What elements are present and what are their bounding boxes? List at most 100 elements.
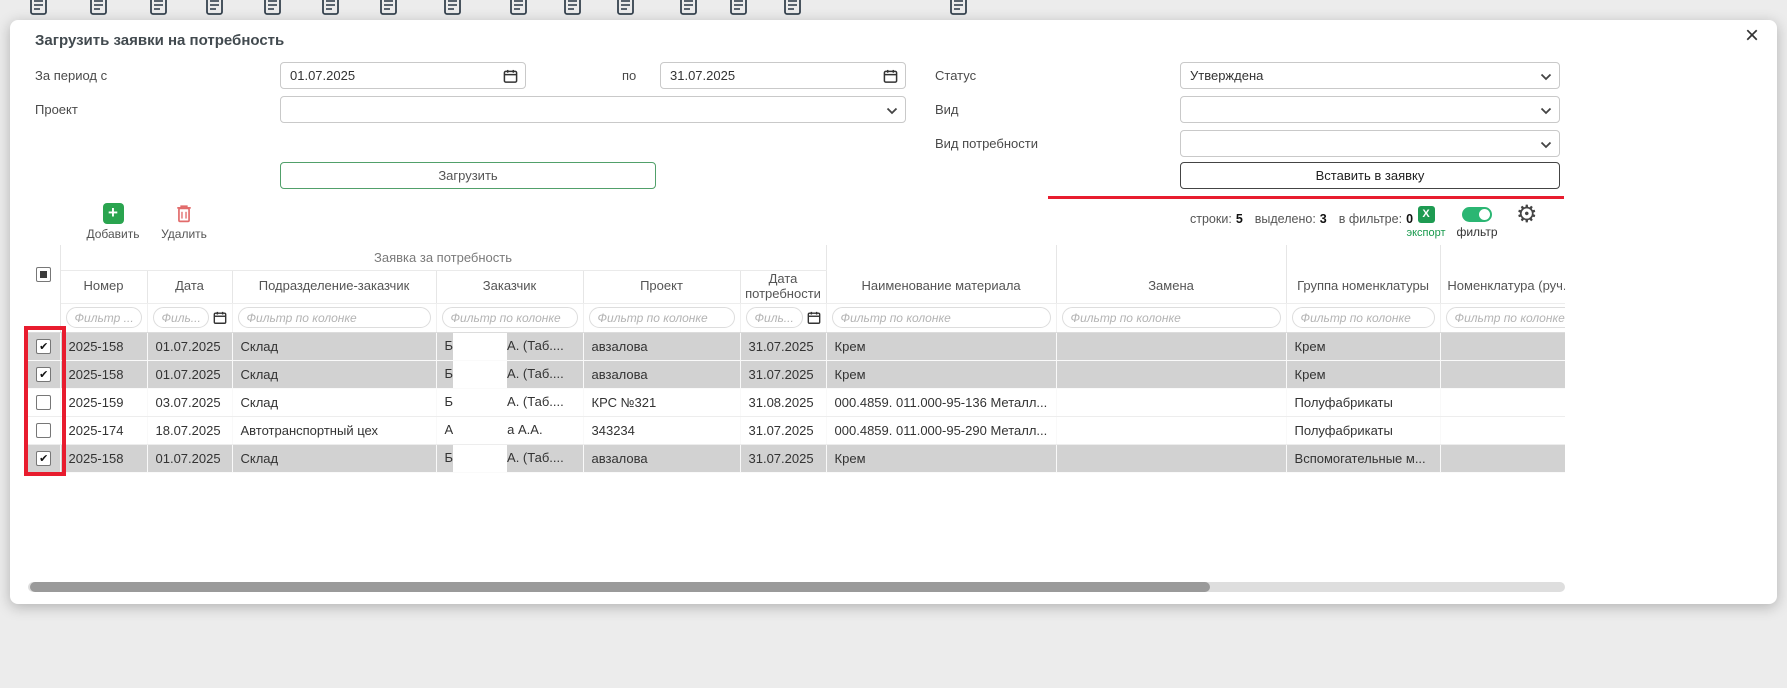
- filter-input-need_date[interactable]: [746, 307, 803, 328]
- add-label: Добавить: [82, 227, 144, 241]
- need-type-select[interactable]: [1180, 130, 1560, 157]
- row-checkbox[interactable]: [36, 395, 51, 410]
- cell-project: авзалова: [583, 332, 740, 360]
- mail-icon[interactable]: [378, 0, 400, 20]
- period-to-input[interactable]: [660, 62, 906, 89]
- status-select[interactable]: Утверждена: [1180, 62, 1560, 89]
- column-header-date[interactable]: Дата: [147, 270, 232, 303]
- filter-toggle[interactable]: фильтр: [1454, 207, 1500, 239]
- gear-icon[interactable]: ⚙: [1516, 200, 1538, 229]
- period-to-field[interactable]: [661, 63, 905, 88]
- table-icon[interactable]: [88, 0, 110, 20]
- load-button[interactable]: Загрузить: [280, 162, 656, 189]
- calendar-icon[interactable]: [807, 311, 821, 325]
- report-icon[interactable]: [615, 0, 637, 20]
- cell-nomen_manual: [1440, 416, 1565, 444]
- filter-input-date[interactable]: [153, 307, 209, 328]
- add-button[interactable]: + Добавить: [82, 203, 144, 241]
- redacted-area: [453, 333, 507, 360]
- calendar-icon[interactable]: [213, 311, 227, 325]
- period-from-field[interactable]: [281, 63, 525, 88]
- select-all-checkbox[interactable]: [36, 267, 51, 282]
- table-row[interactable]: ✔2025-15801.07.2025СкладБА. (Таб....авза…: [28, 360, 1565, 388]
- filter-input-material[interactable]: [832, 307, 1051, 328]
- cell-nomen_group: Полуфабрикаты: [1286, 416, 1440, 444]
- close-icon[interactable]: ×: [1745, 24, 1759, 48]
- band-spacer: [1440, 245, 1565, 270]
- cell-date: 18.07.2025: [147, 416, 232, 444]
- refresh-icon[interactable]: [782, 0, 804, 20]
- project-select[interactable]: [280, 96, 906, 123]
- column-header-nomen_manual[interactable]: Номенклатура (руч. ввод): [1440, 270, 1565, 303]
- column-header-replacement[interactable]: Замена: [1056, 270, 1286, 303]
- column-header-nomen_group[interactable]: Группа номенклатуры: [1286, 270, 1440, 303]
- period-from-input[interactable]: [280, 62, 526, 89]
- delete-button[interactable]: Удалить: [156, 203, 212, 241]
- filter-input-replacement[interactable]: [1062, 307, 1281, 328]
- column-header-number[interactable]: Номер: [60, 270, 147, 303]
- type-label: Вид: [935, 96, 959, 123]
- chart-icon[interactable]: [442, 0, 464, 20]
- column-header-customer[interactable]: Заказчик: [436, 270, 583, 303]
- calendar-icon[interactable]: [503, 69, 518, 84]
- filter-input-department[interactable]: [238, 307, 431, 328]
- mail-icon[interactable]: [678, 0, 700, 20]
- app-toolbar: [0, 0, 1787, 20]
- cell-customer: БА. (Таб....: [436, 444, 583, 472]
- form-icon[interactable]: [204, 0, 226, 20]
- filter-input-nomen_group[interactable]: [1292, 307, 1435, 328]
- column-header-need_date[interactable]: Дата потребности: [740, 270, 826, 303]
- export-icon[interactable]: [320, 0, 342, 20]
- scrollbar-thumb[interactable]: [30, 582, 1210, 592]
- folder-icon[interactable]: [728, 0, 750, 20]
- copy-icon[interactable]: [262, 0, 284, 20]
- column-header-project[interactable]: Проект: [583, 270, 740, 303]
- checkbox-cell: ✔: [28, 444, 60, 472]
- calendar-icon[interactable]: [883, 69, 898, 84]
- export-button[interactable]: X экспорт: [1402, 206, 1450, 239]
- excel-icon: X: [1418, 206, 1435, 223]
- table-row[interactable]: ✔2025-15801.07.2025СкладБА. (Таб....авза…: [28, 332, 1565, 360]
- cell-nomen_manual: [1440, 388, 1565, 416]
- column-header-department[interactable]: Подразделение-заказчик: [232, 270, 436, 303]
- row-checkbox[interactable]: [36, 423, 51, 438]
- cell-material: Крем: [826, 444, 1056, 472]
- type-select[interactable]: [1180, 96, 1560, 123]
- status-value: Утверждена: [1181, 63, 1559, 88]
- filter-input-number[interactable]: [66, 307, 142, 328]
- filter-input-project[interactable]: [589, 307, 735, 328]
- horizontal-scrollbar[interactable]: [28, 582, 1565, 592]
- rows-count-value: 5: [1236, 212, 1243, 226]
- cell-project: КРС №321: [583, 388, 740, 416]
- cell-date: 01.07.2025: [147, 332, 232, 360]
- cell-customer: Аа А.А.: [436, 416, 583, 444]
- grid-icon[interactable]: [562, 0, 584, 20]
- print-icon[interactable]: [148, 0, 170, 20]
- row-checkbox[interactable]: ✔: [36, 339, 51, 354]
- check-mark: ✔: [39, 369, 48, 380]
- page: Загрузить заявки на потребность × За пер…: [0, 0, 1787, 688]
- row-checkbox[interactable]: ✔: [36, 367, 51, 382]
- table-row[interactable]: 2025-17418.07.2025Автотранспортный цехАа…: [28, 416, 1565, 444]
- filter-cell-date: [147, 303, 232, 332]
- cell-customer: БА. (Таб....: [436, 360, 583, 388]
- cell-project: авзалова: [583, 360, 740, 388]
- row-checkbox[interactable]: ✔: [36, 451, 51, 466]
- document-icon[interactable]: [28, 0, 50, 20]
- filter-cell-material: [826, 303, 1056, 332]
- band-header: Заявка за потребность: [60, 245, 826, 270]
- chevron-down-icon: [1540, 107, 1552, 115]
- toggle-on-icon[interactable]: [1462, 207, 1492, 222]
- cell-department: Склад: [232, 332, 436, 360]
- insert-into-request-button[interactable]: Вставить в заявку: [1180, 162, 1560, 189]
- band-spacer: [1056, 245, 1286, 270]
- indeterminate-mark: [40, 271, 47, 278]
- filter-cell-nomen_manual: [1440, 303, 1565, 332]
- filter-input-customer[interactable]: [442, 307, 578, 328]
- document-icon[interactable]: [508, 0, 530, 20]
- filter-input-nomen_manual[interactable]: [1446, 307, 1565, 328]
- settings-icon[interactable]: [948, 0, 970, 20]
- table-row[interactable]: 2025-15903.07.2025СкладБА. (Таб....КРС №…: [28, 388, 1565, 416]
- table-row[interactable]: ✔2025-15801.07.2025СкладБА. (Таб....авза…: [28, 444, 1565, 472]
- column-header-material[interactable]: Наименование материала: [826, 270, 1056, 303]
